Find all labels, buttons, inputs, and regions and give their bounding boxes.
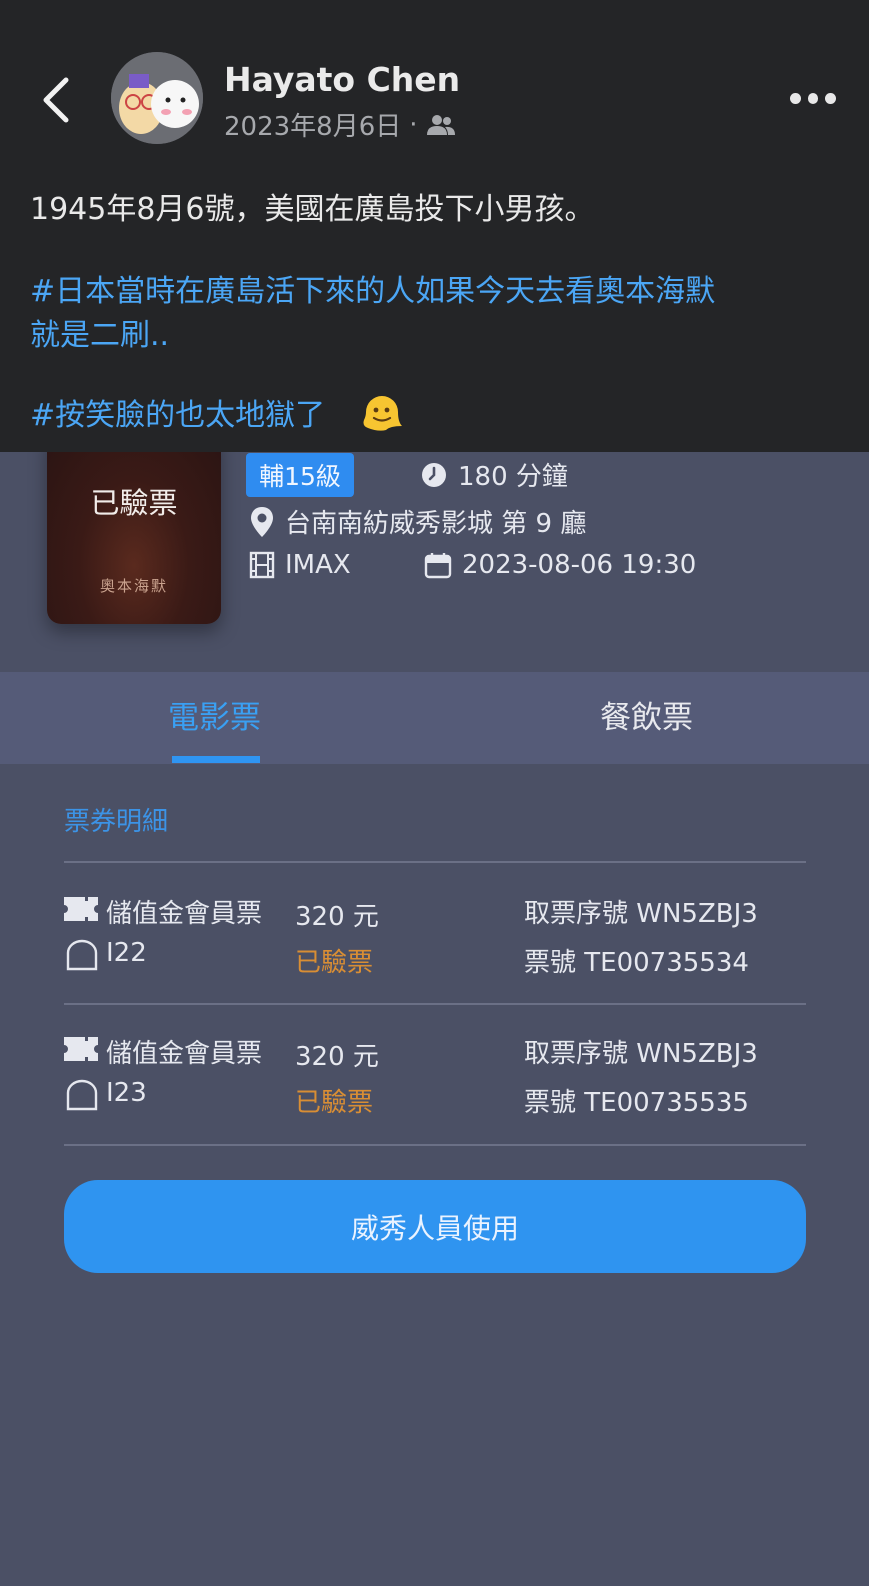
clock-icon xyxy=(422,462,446,487)
more-dot-icon xyxy=(825,92,837,104)
more-options-button[interactable] xyxy=(790,84,837,112)
ticket-price: 320 元 xyxy=(295,902,379,932)
cinema-text: 台南南紡威秀影城 第 9 廳 xyxy=(285,509,587,539)
back-button[interactable] xyxy=(36,72,80,128)
location-pin-icon xyxy=(251,506,273,537)
ticket-details-title: 票券明細 xyxy=(64,807,169,837)
duration-row: 180 分鐘 xyxy=(420,456,568,493)
ticket-tabs: 電影票 餐飲票 xyxy=(0,672,869,764)
friends-icon[interactable] xyxy=(426,113,456,137)
format-row: IMAX xyxy=(249,550,351,580)
post-meta: 2023年8月6日 · xyxy=(224,106,456,143)
meta-separator: · xyxy=(409,109,418,140)
tab-movie-ticket[interactable]: 電影票 xyxy=(168,692,261,737)
ticket-icon xyxy=(64,897,98,921)
seat-icon xyxy=(66,939,98,971)
duration-text: 180 分鐘 xyxy=(458,462,568,492)
hashtag-link-2[interactable]: #按笑臉的也太地獄了 xyxy=(30,390,325,434)
post-date[interactable]: 2023年8月6日 xyxy=(224,106,401,143)
divider xyxy=(64,1144,806,1146)
staff-use-button[interactable]: 威秀人員使用 xyxy=(64,1180,806,1273)
pickup-code: 取票序號 WN5ZBJ3 xyxy=(524,899,758,929)
ticket-status: 已驗票 xyxy=(295,948,374,978)
chevron-left-icon xyxy=(43,77,69,123)
cinema-row: 台南南紡威秀影城 第 9 廳 xyxy=(249,503,586,540)
ticket-type: 儲值金會員票 xyxy=(106,899,263,929)
seat-number: I22 xyxy=(106,938,147,968)
avatar-image xyxy=(111,52,203,144)
more-dot-icon xyxy=(790,92,801,104)
more-dot-icon xyxy=(807,92,819,104)
post-text: 1945年8月6號，美國在廣島投下小男孩。 xyxy=(30,192,595,227)
poster-verified-stamp: 已驗票 xyxy=(90,486,178,520)
melting-face-icon xyxy=(363,396,402,431)
datetime-row: 2023-08-06 19:30 xyxy=(424,550,696,580)
ticket-number: 票號 TE00735535 xyxy=(524,1088,749,1118)
movie-poster: 已驗票 奧本海默 xyxy=(47,430,221,624)
seat-icon xyxy=(66,1079,98,1111)
poster-title: 奧本海默 xyxy=(99,577,168,595)
author-name[interactable]: Hayato Chen xyxy=(224,60,460,99)
ticket-icon xyxy=(64,1037,98,1061)
post-header: Hayato Chen 2023年8月6日 · 1945年8月6號，美國在廣島投… xyxy=(0,0,869,452)
active-tab-indicator xyxy=(172,756,260,763)
ticket-price: 320 元 xyxy=(295,1042,379,1072)
format-text: IMAX xyxy=(285,550,351,580)
hashtag-link[interactable]: #日本當時在廣島活下來的人如果今天去看奧本海默 xyxy=(30,266,715,310)
seat-number: I23 xyxy=(106,1078,147,1108)
rating-badge: 輔15級 xyxy=(246,453,354,497)
ticket-number: 票號 TE00735534 xyxy=(524,948,749,978)
calendar-icon xyxy=(424,553,452,579)
ticket-type: 儲值金會員票 xyxy=(106,1039,263,1069)
divider xyxy=(64,861,806,863)
datetime-text: 2023-08-06 19:30 xyxy=(462,550,697,580)
hashtag-link-continued[interactable]: 就是二刷.. xyxy=(30,310,169,354)
tab-food-ticket[interactable]: 餐飲票 xyxy=(600,692,693,737)
film-icon xyxy=(249,551,275,579)
pickup-code: 取票序號 WN5ZBJ3 xyxy=(524,1039,758,1069)
avatar[interactable] xyxy=(111,52,203,144)
ticket-status: 已驗票 xyxy=(295,1088,374,1118)
divider xyxy=(64,1003,806,1005)
